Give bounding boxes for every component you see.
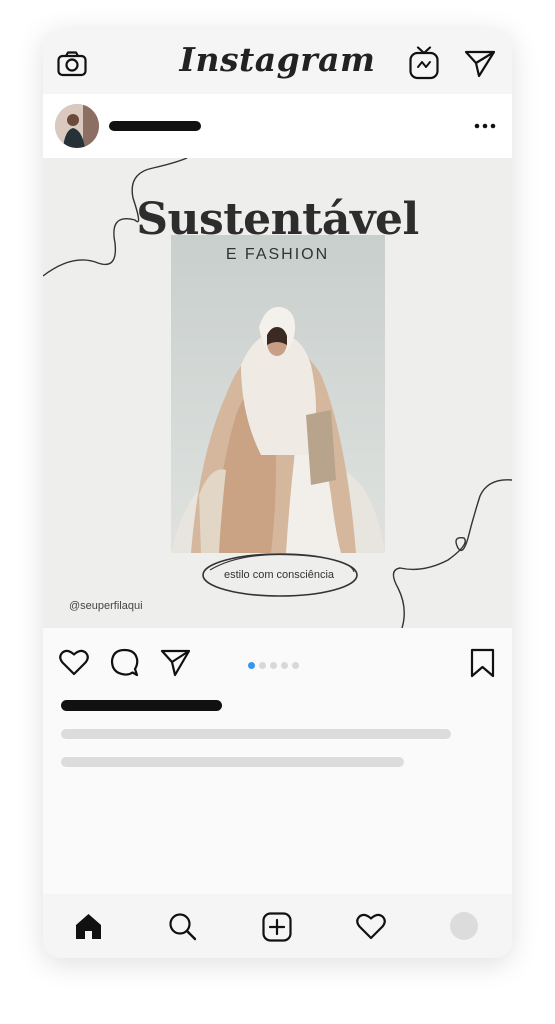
app-logo: Instagram (179, 40, 376, 79)
direct-message-icon[interactable] (464, 50, 496, 78)
avatar-image (55, 104, 99, 148)
carousel-dot (270, 662, 277, 669)
decorative-squiggle-bottom (392, 479, 512, 628)
carousel-dot (292, 662, 299, 669)
phone-frame: Instagram Sustentável E FASHION estilo c… (43, 28, 512, 958)
bookmark-icon[interactable] (470, 648, 495, 678)
carousel-dot-active (248, 662, 255, 669)
username-placeholder[interactable] (109, 121, 201, 131)
share-icon[interactable] (160, 649, 191, 677)
profile-avatar[interactable] (450, 912, 478, 940)
more-options-icon[interactable] (473, 118, 497, 134)
carousel-indicator (248, 656, 303, 669)
like-icon[interactable] (59, 649, 89, 676)
post-subtitle: E FASHION (225, 246, 330, 263)
avatar[interactable] (55, 104, 99, 148)
search-icon[interactable] (168, 912, 197, 941)
carousel-dot (259, 662, 266, 669)
post-tagline: estilo com consciência (223, 569, 335, 581)
bottom-nav (43, 894, 512, 958)
home-icon[interactable] (75, 913, 102, 940)
post-title: Sustentável (136, 194, 419, 245)
post-image[interactable]: Sustentável E FASHION estilo com consciê… (43, 158, 512, 628)
likes-placeholder (61, 700, 222, 711)
caption-placeholder-line-1 (61, 729, 451, 739)
post-header (43, 94, 512, 158)
activity-icon[interactable] (356, 913, 386, 940)
caption-placeholder-line-2 (61, 757, 404, 767)
comment-icon[interactable] (110, 648, 139, 677)
post-handle: @seuperfilaqui (69, 600, 143, 612)
carousel-dot (281, 662, 288, 669)
top-bar: Instagram (43, 28, 512, 94)
model-photo (171, 235, 385, 553)
post-actions (43, 628, 512, 698)
igtv-icon[interactable] (409, 46, 439, 80)
add-post-icon[interactable] (262, 912, 292, 942)
